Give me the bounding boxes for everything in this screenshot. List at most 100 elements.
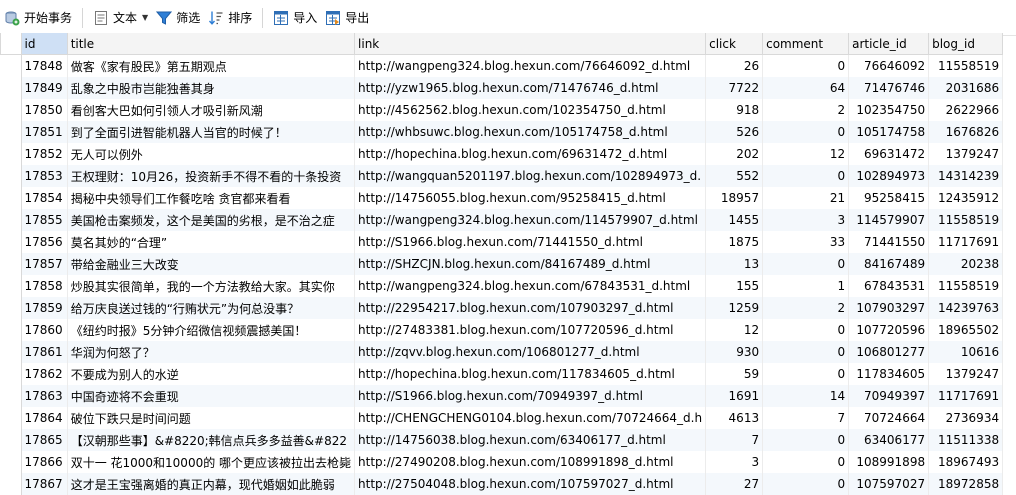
sort-button[interactable]: 排序 [204,6,256,30]
table-cell-comment[interactable]: 1 [763,275,849,297]
table-cell-id[interactable]: 17851 [21,121,67,143]
table-cell-blog-id[interactable]: 11717691 [929,385,1003,407]
table-cell-title[interactable]: 莫名其妙的“合理” [67,231,354,253]
table-cell-link[interactable]: http://zqvv.blog.hexun.com/106801277_d.h… [355,341,706,363]
table-cell-link[interactable]: http://S1966.blog.hexun.com/71441550_d.h… [355,231,706,253]
table-cell-blog-id[interactable]: 11558519 [929,275,1003,297]
table-cell-click[interactable]: 27 [706,473,763,495]
table-row[interactable]: 17865【汉朝那些事】&#8220;韩信点兵多多益善&#822http://1… [1,429,1003,451]
table-cell-click[interactable]: 4613 [706,407,763,429]
table-cell-comment[interactable]: 0 [763,55,849,78]
table-cell-link[interactable]: http://SHZCJN.blog.hexun.com/84167489_d.… [355,253,706,275]
table-cell-blog-id[interactable]: 1379247 [929,143,1003,165]
row-marker[interactable] [1,231,22,253]
text-button[interactable]: 文本 ▼ [89,6,152,30]
table-cell-comment[interactable]: 2 [763,99,849,121]
table-cell-article-id[interactable]: 107903297 [849,297,929,319]
table-cell-blog-id[interactable]: 12435912 [929,187,1003,209]
table-row[interactable]: 17859给万庆良送过钱的“行贿状元”为何总没事？http://22954217… [1,297,1003,319]
table-row[interactable]: 17853王权理财：10月26，投资新手不得不看的十条投资http://wang… [1,165,1003,187]
row-marker[interactable] [1,209,22,231]
table-cell-click[interactable]: 7 [706,429,763,451]
table-cell-id[interactable]: 17850 [21,99,67,121]
row-marker[interactable] [1,341,22,363]
row-marker[interactable] [1,121,22,143]
row-marker[interactable] [1,429,22,451]
table-cell-blog-id[interactable]: 1676826 [929,121,1003,143]
column-header-id[interactable]: id [21,33,67,55]
table-cell-link[interactable]: http://4562562.blog.hexun.com/102354750_… [355,99,706,121]
table-cell-blog-id[interactable]: 2031686 [929,77,1003,99]
table-cell-link[interactable]: http://22954217.blog.hexun.com/107903297… [355,297,706,319]
table-row[interactable]: 17860《纽约时报》5分钟介绍微信视频震撼美国！http://27483381… [1,319,1003,341]
row-marker[interactable] [1,143,22,165]
table-cell-click[interactable]: 918 [706,99,763,121]
column-header-link[interactable]: link [355,33,706,55]
table-row[interactable]: 17862不要成为别人的水逆http://hopechina.blog.hexu… [1,363,1003,385]
table-cell-title[interactable]: 炒股其实很简单，我的一个方法教给大家。其实你 [67,275,354,297]
table-cell-article-id[interactable]: 102894973 [849,165,929,187]
table-cell-click[interactable]: 526 [706,121,763,143]
row-marker[interactable] [1,363,22,385]
table-cell-article-id[interactable]: 95258415 [849,187,929,209]
table-cell-click[interactable]: 3 [706,451,763,473]
table-row[interactable]: 17851到了全面引进智能机器人当官的时候了！http://whbsuwc.bl… [1,121,1003,143]
table-cell-id[interactable]: 17854 [21,187,67,209]
table-cell-id[interactable]: 17864 [21,407,67,429]
table-cell-comment[interactable]: 3 [763,209,849,231]
table-cell-click[interactable]: 1875 [706,231,763,253]
table-cell-link[interactable]: http://CHENGCHENG0104.blog.hexun.com/707… [355,407,706,429]
table-cell-title[interactable]: 中国奇迹将不会重现 [67,385,354,407]
table-cell-link[interactable]: http://wangpeng324.blog.hexun.com/766460… [355,55,706,78]
table-cell-title[interactable]: 《纽约时报》5分钟介绍微信视频震撼美国！ [67,319,354,341]
table-row[interactable]: 17852无人可以例外http://hopechina.blog.hexun.c… [1,143,1003,165]
table-cell-article-id[interactable]: 107597027 [849,473,929,495]
table-cell-blog-id[interactable]: 14314239 [929,165,1003,187]
table-cell-link[interactable]: http://14756038.blog.hexun.com/63406177_… [355,429,706,451]
table-cell-comment[interactable]: 0 [763,451,849,473]
table-cell-blog-id[interactable]: 2622966 [929,99,1003,121]
table-cell-comment[interactable]: 7 [763,407,849,429]
table-cell-link[interactable]: http://wangpeng324.blog.hexun.com/678435… [355,275,706,297]
table-row[interactable]: 17849乱象之中股市岂能独善其身http://yzw1965.blog.hex… [1,77,1003,99]
table-cell-link[interactable]: http://yzw1965.blog.hexun.com/71476746_d… [355,77,706,99]
table-cell-click[interactable]: 1259 [706,297,763,319]
row-marker[interactable] [1,55,22,78]
table-cell-title[interactable]: 王权理财：10月26，投资新手不得不看的十条投资 [67,165,354,187]
table-cell-blog-id[interactable]: 11717691 [929,231,1003,253]
table-cell-id[interactable]: 17856 [21,231,67,253]
table-cell-click[interactable]: 552 [706,165,763,187]
row-marker[interactable] [1,253,22,275]
table-row[interactable]: 17867这才是王宝强离婚的真正内幕，现代婚姻如此脆弱http://275040… [1,473,1003,495]
row-marker[interactable] [1,99,22,121]
table-cell-click[interactable]: 7722 [706,77,763,99]
import-button[interactable]: 导入 [269,6,321,30]
row-marker[interactable] [1,451,22,473]
table-cell-title[interactable]: 破位下跌只是时间问题 [67,407,354,429]
table-cell-id[interactable]: 17865 [21,429,67,451]
table-cell-click[interactable]: 1455 [706,209,763,231]
table-cell-comment[interactable]: 2 [763,297,849,319]
filter-button[interactable]: 筛选 [152,6,204,30]
row-marker[interactable] [1,165,22,187]
table-cell-link[interactable]: http://27483381.blog.hexun.com/107720596… [355,319,706,341]
table-cell-blog-id[interactable]: 18972858 [929,473,1003,495]
table-cell-article-id[interactable]: 114579907 [849,209,929,231]
table-cell-comment[interactable]: 21 [763,187,849,209]
table-cell-id[interactable]: 17860 [21,319,67,341]
table-cell-link[interactable]: http://S1966.blog.hexun.com/70949397_d.h… [355,385,706,407]
table-cell-blog-id[interactable]: 2736934 [929,407,1003,429]
table-cell-id[interactable]: 17861 [21,341,67,363]
table-cell-id[interactable]: 17853 [21,165,67,187]
row-marker[interactable] [1,473,22,495]
table-cell-blog-id[interactable]: 10616 [929,341,1003,363]
table-cell-comment[interactable]: 0 [763,429,849,451]
column-header-title[interactable]: title [67,33,354,55]
table-cell-id[interactable]: 17862 [21,363,67,385]
table-cell-click[interactable]: 26 [706,55,763,78]
table-cell-click[interactable]: 13 [706,253,763,275]
table-cell-link[interactable]: http://27490208.blog.hexun.com/108991898… [355,451,706,473]
table-cell-article-id[interactable]: 70949397 [849,385,929,407]
table-cell-blog-id[interactable]: 14239763 [929,297,1003,319]
table-cell-article-id[interactable]: 108991898 [849,451,929,473]
